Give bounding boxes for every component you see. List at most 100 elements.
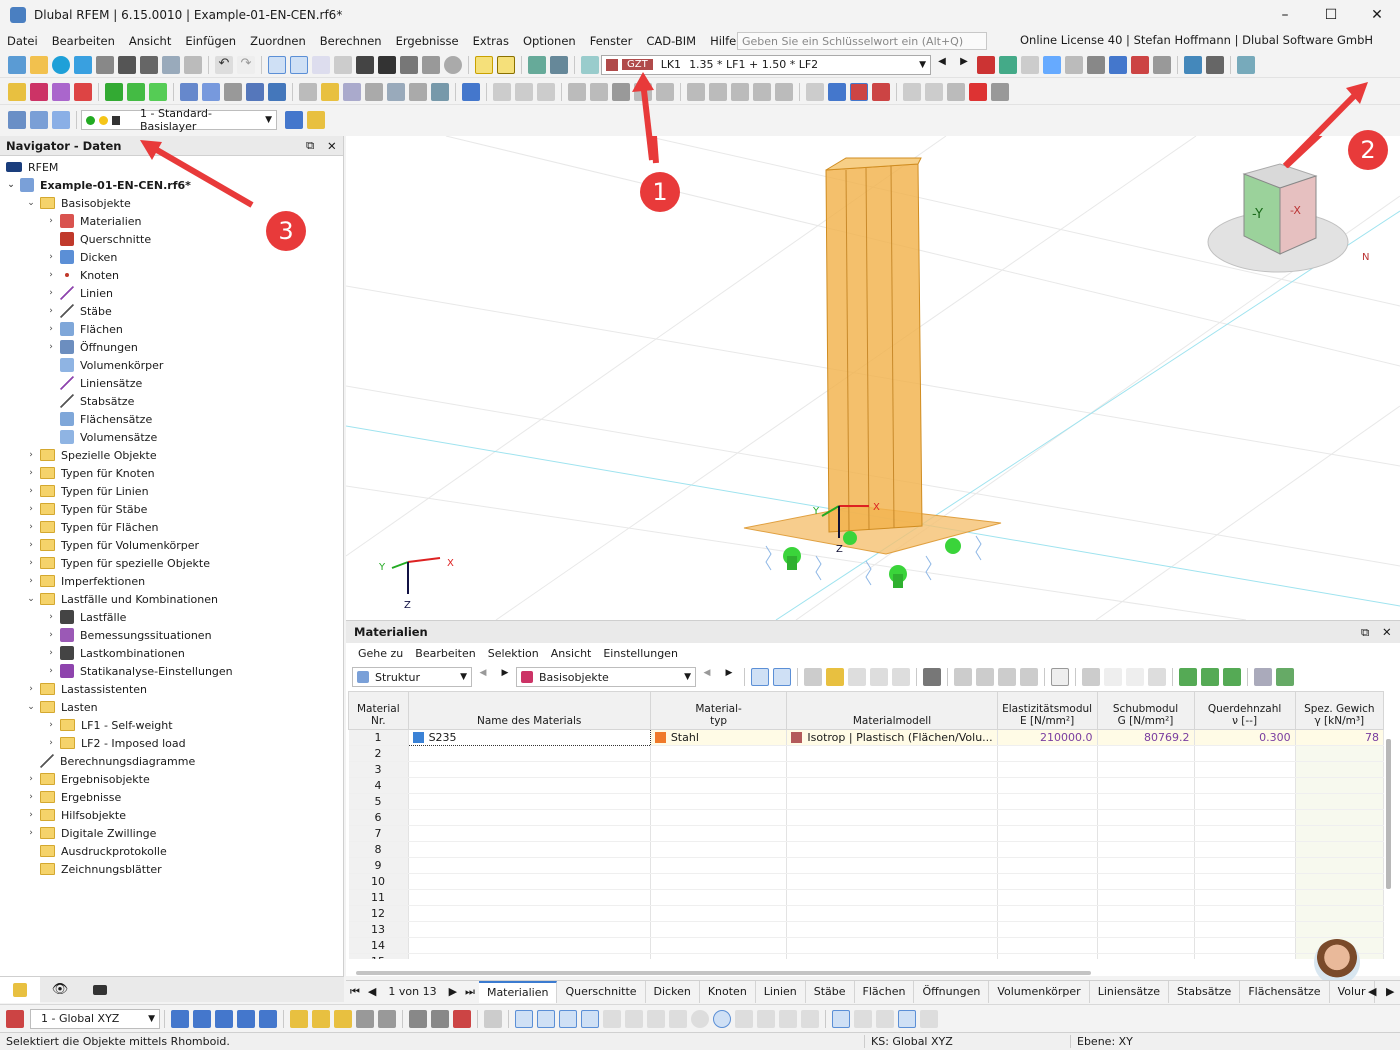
snap-midpoint-icon[interactable] <box>581 1009 599 1028</box>
chevron-right-icon[interactable]: › <box>26 486 36 496</box>
table-copy-icon[interactable] <box>848 668 866 686</box>
column-header[interactable]: Material Nr. <box>348 691 409 730</box>
menu-datei[interactable]: Datei <box>0 34 45 48</box>
text-frame-icon[interactable] <box>497 55 515 74</box>
tree-item[interactable]: › Materialien <box>46 212 141 230</box>
panel-menu-item[interactable]: Ansicht <box>545 647 598 660</box>
support-node-icon[interactable] <box>105 82 123 101</box>
cell-empty[interactable] <box>408 873 651 890</box>
cell-empty[interactable] <box>1194 761 1296 778</box>
cell-empty[interactable] <box>1295 873 1384 890</box>
tree-file[interactable]: ⌄ Example-01-EN-CEN.rf6* <box>6 176 191 194</box>
tree-item[interactable]: › Bemessungssituationen <box>46 626 212 644</box>
cell-empty[interactable] <box>408 937 651 954</box>
cell-empty[interactable] <box>786 857 998 874</box>
last-page-icon[interactable]: ⏭ <box>461 985 479 999</box>
cell-empty[interactable] <box>1194 809 1296 826</box>
cell-empty[interactable] <box>1194 841 1296 858</box>
cell-empty[interactable] <box>786 953 998 959</box>
cell-empty[interactable] <box>650 873 788 890</box>
tree-item[interactable]: Liniensätze <box>46 374 142 392</box>
menu-cad-bim[interactable]: CAD-BIM <box>639 34 703 48</box>
cell-empty[interactable] <box>1295 921 1384 938</box>
new-node-icon[interactable] <box>8 82 26 101</box>
cell-e-modulus[interactable]: 210000.0 <box>997 729 1098 746</box>
cell-empty[interactable] <box>1097 857 1195 874</box>
menu-extras[interactable]: Extras <box>466 34 516 48</box>
cell-empty[interactable] <box>408 953 651 959</box>
table-row[interactable]: 12 <box>348 905 1384 922</box>
tab-knoten[interactable]: Knoten <box>700 980 756 1003</box>
cell-empty[interactable] <box>650 841 788 858</box>
cell-empty[interactable] <box>1295 809 1384 826</box>
print-table-icon[interactable] <box>1254 668 1272 686</box>
tree-root[interactable]: RFEM <box>6 158 58 176</box>
tree-item[interactable]: › Typen für Knoten <box>26 464 154 482</box>
chevron-right-icon[interactable]: › <box>26 576 36 586</box>
distribute-icon[interactable] <box>515 82 533 101</box>
cell-empty[interactable] <box>1097 841 1195 858</box>
table-new-icon[interactable] <box>826 668 844 686</box>
cell-empty[interactable] <box>650 889 788 906</box>
table-row[interactable]: 15 <box>348 953 1384 959</box>
cell-weight[interactable]: 78 <box>1295 729 1384 746</box>
cell-empty[interactable] <box>650 937 788 954</box>
cell-empty[interactable] <box>997 841 1098 858</box>
table-row[interactable]: 8 <box>348 841 1384 858</box>
open-folder-icon[interactable] <box>30 55 48 74</box>
tab-flächensätze[interactable]: Flächensätze <box>1240 980 1330 1003</box>
scale-icon[interactable] <box>1206 55 1224 74</box>
cell-empty[interactable] <box>997 809 1098 826</box>
chevron-right-icon[interactable]: › <box>26 504 36 514</box>
cell-empty[interactable] <box>786 889 998 906</box>
layer-manager-icon[interactable] <box>8 111 26 129</box>
next-icon[interactable]: ▶ <box>720 668 738 686</box>
chevron-right-icon[interactable]: › <box>26 792 36 802</box>
snap-parallel-icon[interactable] <box>669 1009 687 1028</box>
tab-querschnitte[interactable]: Querschnitte <box>557 980 646 1003</box>
column-header[interactable]: Material-typ <box>649 691 788 730</box>
tree-item[interactable]: › Hilfsobjekte <box>26 806 126 824</box>
snap-perpendicular-icon[interactable] <box>625 1009 643 1028</box>
tree-item[interactable]: › Flächen <box>46 320 123 338</box>
maximize-button[interactable]: ☐ <box>1308 0 1354 30</box>
chevron-right-icon[interactable]: › <box>46 666 56 676</box>
cell-empty[interactable] <box>408 889 651 906</box>
delete-icon[interactable] <box>969 82 987 101</box>
delete-rows-icon[interactable] <box>923 668 941 686</box>
menu-bearbeiten[interactable]: Bearbeiten <box>45 34 122 48</box>
connect-lines-icon[interactable] <box>687 82 705 101</box>
cell-empty[interactable] <box>1295 745 1384 762</box>
snap-circle-icon[interactable] <box>691 1009 709 1028</box>
chevron-right-icon[interactable]: › <box>26 522 36 532</box>
menu-ansicht[interactable]: Ansicht <box>122 34 178 48</box>
cell-empty[interactable] <box>997 905 1098 922</box>
snap-grid-icon[interactable] <box>515 1009 533 1028</box>
column-header[interactable]: Name des Materials <box>407 691 651 730</box>
table-settings-icon[interactable] <box>1223 668 1241 686</box>
cell-number[interactable]: 8 <box>348 841 409 858</box>
dimension-icon[interactable] <box>312 55 330 74</box>
pin-icon[interactable] <box>285 111 303 129</box>
column-structure[interactable] <box>825 163 923 533</box>
cell-empty[interactable] <box>650 745 788 762</box>
tree-item[interactable]: ⌄ Lasten <box>26 698 97 716</box>
node-snap-icon[interactable] <box>850 82 868 101</box>
table-row[interactable]: 3 <box>348 761 1384 778</box>
surface-mesh-icon[interactable] <box>590 82 608 101</box>
view-z-icon[interactable] <box>237 1009 255 1028</box>
tree-item[interactable]: › Typen für spezielle Objekte <box>26 554 210 572</box>
horizontal-scrollbar[interactable] <box>356 971 1091 975</box>
cell-empty[interactable] <box>786 809 998 826</box>
prev-page-icon[interactable]: ◀ <box>364 985 380 998</box>
snap-edge-icon[interactable] <box>801 1009 819 1028</box>
load-combination-select[interactable]: GZT LK1 1.35 * LF1 + 1.50 * LF2 ▼ <box>601 54 931 75</box>
chevron-right-icon[interactable]: › <box>46 648 56 658</box>
tree-item[interactable]: Zeichnungsblätter <box>26 860 162 878</box>
tree-item[interactable]: › Lastfälle <box>46 608 126 626</box>
tab-dicken[interactable]: Dicken <box>646 980 700 1003</box>
cell-empty[interactable] <box>1194 857 1296 874</box>
menu-zuordnen[interactable]: Zuordnen <box>243 34 313 48</box>
web-service-icon[interactable] <box>74 55 92 74</box>
tree-item[interactable]: › LF2 - Imposed load <box>46 734 185 752</box>
